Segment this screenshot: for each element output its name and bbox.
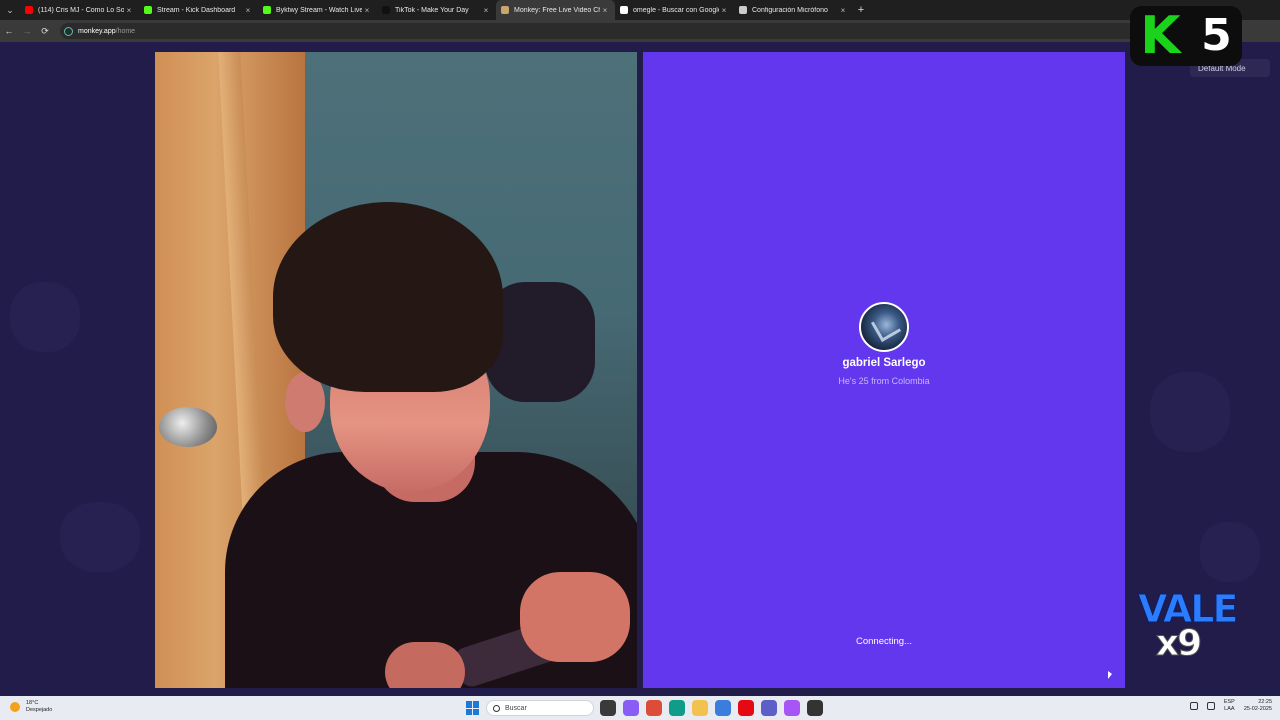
browser-tab-strip: ⌄ (114) Cris MJ - Como Lo Sofian×Stream … bbox=[0, 0, 1280, 20]
tab-list: (114) Cris MJ - Como Lo Sofian×Stream - … bbox=[20, 0, 853, 20]
weather-temp: 18°C bbox=[26, 700, 39, 706]
weather-desc: Despejado bbox=[26, 707, 53, 714]
tab-title: Byktwy Stream - Watch Live on bbox=[276, 6, 362, 14]
url-path: /home bbox=[115, 27, 136, 35]
tab-favicon-icon bbox=[263, 6, 271, 14]
background-pattern bbox=[1200, 522, 1260, 582]
url-host: monkey.app bbox=[78, 27, 116, 35]
tab-title: Monkey: Free Live Video Ch bbox=[514, 6, 600, 14]
explorer-icon[interactable] bbox=[692, 700, 708, 716]
browser-tab[interactable]: Byktwy Stream - Watch Live on× bbox=[258, 0, 377, 20]
volume-icon[interactable] bbox=[1206, 702, 1215, 711]
teams-icon[interactable] bbox=[761, 700, 777, 716]
peer-avatar bbox=[859, 302, 909, 352]
background-pattern bbox=[1150, 372, 1230, 452]
video-person-hand bbox=[385, 642, 465, 688]
tab-title: Stream - Kick Dashboard bbox=[157, 6, 236, 14]
tab-title: omegle - Buscar con Google bbox=[633, 6, 719, 14]
messenger-icon[interactable] bbox=[784, 700, 800, 716]
tab-favicon-icon bbox=[382, 6, 390, 14]
search-icon bbox=[493, 704, 500, 712]
browser-tab[interactable]: Monkey: Free Live Video Ch × bbox=[496, 0, 615, 20]
windows-taskbar: 18°C Despejado Buscar ESP LAA 22:25 25-0… bbox=[0, 696, 1280, 720]
clock-date: 25-02-2025 bbox=[1243, 706, 1272, 713]
browser-tab[interactable]: (114) Cris MJ - Como Lo Sofian× bbox=[20, 0, 139, 20]
address-bar[interactable]: monkey.app/home bbox=[60, 23, 1160, 39]
edge-icon[interactable] bbox=[669, 700, 685, 716]
browser-tab[interactable]: Stream - Kick Dashboard × bbox=[139, 0, 258, 20]
video-person-hair bbox=[273, 202, 503, 392]
network-icon[interactable] bbox=[1189, 702, 1198, 711]
tab-close-icon[interactable]: × bbox=[124, 6, 134, 15]
reload-button[interactable]: ⟳ bbox=[36, 26, 54, 37]
vale-multiplier: x9 bbox=[1155, 623, 1202, 664]
vale-overlay: VALE x9 bbox=[1138, 590, 1239, 664]
store-icon[interactable] bbox=[715, 700, 731, 716]
tab-search-button[interactable]: ⌄ bbox=[0, 0, 20, 20]
clock[interactable]: 22:25 25-02-2025 bbox=[1244, 699, 1272, 713]
taskbar-apps: Buscar bbox=[466, 698, 823, 718]
local-camera-video bbox=[155, 52, 637, 688]
language-indicator[interactable]: ESP LAA bbox=[1224, 699, 1235, 713]
weather-widget[interactable]: 18°C Despejado bbox=[10, 700, 52, 714]
tab-favicon-icon bbox=[501, 6, 509, 14]
search-placeholder: Buscar bbox=[505, 704, 527, 712]
back-button[interactable]: ← bbox=[0, 26, 18, 36]
peer-info: He's 25 from Colombia bbox=[838, 376, 930, 386]
system-tray: ESP LAA 22:25 25-02-2025 bbox=[1189, 699, 1272, 713]
background-pattern bbox=[10, 282, 80, 352]
tab-close-icon[interactable]: × bbox=[243, 6, 253, 15]
taskbar-search-input[interactable]: Buscar bbox=[486, 700, 594, 716]
tab-favicon-icon bbox=[144, 6, 152, 14]
windows-start-icon[interactable] bbox=[466, 701, 480, 715]
tab-favicon-icon bbox=[620, 6, 628, 14]
browser-toolbar: ← → ⟳ monkey.app/home bbox=[0, 20, 1280, 42]
remote-video-panel: gabriel Sarlego He's 25 from Colombia Co… bbox=[643, 52, 1125, 688]
netflix-icon[interactable] bbox=[738, 700, 754, 716]
browser-tab[interactable]: omegle - Buscar con Google × bbox=[615, 0, 734, 20]
tab-close-icon[interactable]: × bbox=[838, 6, 848, 15]
sun-icon bbox=[10, 702, 20, 713]
tab-close-icon[interactable]: × bbox=[481, 6, 491, 15]
tab-close-icon[interactable]: × bbox=[362, 6, 372, 15]
chrome-icon[interactable] bbox=[646, 700, 662, 716]
kick-logo-icon: K bbox=[1140, 6, 1181, 66]
browser-tab[interactable]: TikTok - Make Your Day × bbox=[377, 0, 496, 20]
task-view-icon[interactable] bbox=[600, 700, 616, 716]
kick-follower-badge: K 5 bbox=[1130, 6, 1242, 66]
site-info-icon[interactable] bbox=[64, 26, 73, 36]
video-person-hand bbox=[520, 572, 630, 662]
tab-title: TikTok - Make Your Day bbox=[395, 6, 469, 14]
monkey-app-page: gabriel Sarlego He's 25 from Colombia Co… bbox=[0, 42, 1280, 696]
tab-favicon-icon bbox=[25, 6, 33, 14]
tab-favicon-icon bbox=[739, 6, 747, 14]
copilot-icon[interactable] bbox=[623, 700, 639, 716]
browser-tab[interactable]: Configuración Micrófono × bbox=[734, 0, 853, 20]
pinned-apps bbox=[600, 700, 823, 716]
forward-button[interactable]: → bbox=[18, 26, 36, 36]
mouse-cursor-icon bbox=[1108, 671, 1112, 679]
kick-count: 5 bbox=[1201, 10, 1232, 61]
background-pattern bbox=[60, 502, 140, 572]
peer-name: gabriel Sarlego bbox=[842, 357, 926, 369]
tab-title: Configuración Micrófono bbox=[752, 6, 828, 14]
tab-close-icon[interactable]: × bbox=[600, 6, 610, 15]
tab-title: (114) Cris MJ - Como Lo Sofian bbox=[38, 6, 124, 14]
new-tab-button[interactable]: + bbox=[853, 0, 869, 20]
language-layout: LAA bbox=[1224, 706, 1235, 713]
tab-close-icon[interactable]: × bbox=[719, 6, 729, 15]
language-code: ESP bbox=[1223, 699, 1235, 705]
clock-time: 22:25 bbox=[1258, 699, 1272, 705]
app-dark-icon[interactable] bbox=[807, 700, 823, 716]
video-door-knob bbox=[159, 407, 217, 447]
connection-status: Connecting... bbox=[856, 636, 912, 647]
